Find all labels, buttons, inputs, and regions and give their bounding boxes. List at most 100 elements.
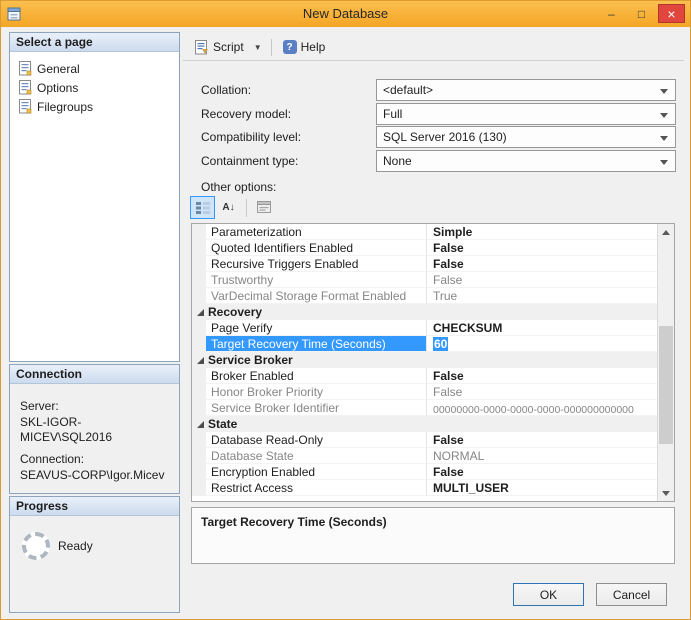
- sidebar-item-options[interactable]: Options: [15, 78, 174, 97]
- toolbar-separator: [271, 39, 272, 56]
- script-dropdown-button[interactable]: ▼: [250, 40, 266, 55]
- cancel-button[interactable]: Cancel: [596, 583, 667, 606]
- property-name[interactable]: Service Broker Identifier: [206, 400, 427, 416]
- property-value[interactable]: False: [427, 240, 657, 256]
- scroll-up-button[interactable]: [658, 224, 674, 240]
- connection-value: SEAVUS-CORP\Igor.Micev: [20, 468, 169, 483]
- select-page-header: Select a page: [10, 33, 179, 52]
- category-row-recovery[interactable]: Recovery: [192, 304, 657, 320]
- collapse-triangle-icon[interactable]: [197, 357, 204, 364]
- help-button-label: Help: [301, 40, 326, 54]
- property-value[interactable]: CHECKSUM: [427, 320, 657, 336]
- property-value[interactable]: False: [427, 432, 657, 448]
- category-row-service-broker[interactable]: Service Broker: [192, 352, 657, 368]
- property-value[interactable]: False: [427, 368, 657, 384]
- chevron-down-icon: [660, 160, 668, 165]
- property-row[interactable]: Recursive Triggers Enabled False: [192, 256, 657, 272]
- other-options-label: Other options:: [201, 180, 276, 194]
- property-name[interactable]: Trustworthy: [206, 272, 427, 288]
- property-row[interactable]: Restrict Access MULTI_USER: [192, 480, 657, 496]
- property-row[interactable]: Encryption Enabled False: [192, 464, 657, 480]
- row-indent: [192, 384, 206, 400]
- property-row[interactable]: Broker Enabled False: [192, 368, 657, 384]
- property-row[interactable]: Parameterization Simple: [192, 224, 657, 240]
- collapse-triangle-icon[interactable]: [197, 309, 204, 316]
- property-name[interactable]: Parameterization: [206, 224, 427, 240]
- recovery-model-label: Recovery model:: [201, 107, 291, 121]
- dialog-toolbar: Script ▼ ? Help: [183, 34, 684, 61]
- script-icon: [195, 40, 209, 55]
- property-row[interactable]: Honor Broker Priority False: [192, 384, 657, 400]
- property-row[interactable]: Page Verify CHECKSUM: [192, 320, 657, 336]
- categorized-view-button[interactable]: [190, 196, 215, 219]
- sidebar-item-label: Filegroups: [37, 100, 93, 114]
- page-icon: [19, 99, 32, 114]
- row-indent: [192, 352, 206, 368]
- category-row-state[interactable]: State: [192, 416, 657, 432]
- progress-spinner-icon: [22, 532, 50, 560]
- recovery-model-select[interactable]: Full: [376, 103, 676, 125]
- property-name[interactable]: VarDecimal Storage Format Enabled: [206, 288, 427, 304]
- property-pages-button[interactable]: [251, 196, 276, 219]
- property-name[interactable]: Honor Broker Priority: [206, 384, 427, 400]
- help-button[interactable]: ? Help: [277, 37, 332, 57]
- property-value[interactable]: Simple: [427, 224, 657, 240]
- row-indent: [192, 224, 206, 240]
- property-value[interactable]: False: [427, 256, 657, 272]
- property-row[interactable]: Database State NORMAL: [192, 448, 657, 464]
- grid-scrollbar[interactable]: [657, 224, 674, 501]
- close-button[interactable]: ×: [658, 4, 685, 23]
- row-indent: [192, 272, 206, 288]
- property-name[interactable]: Encryption Enabled: [206, 464, 427, 480]
- property-row[interactable]: VarDecimal Storage Format Enabled True: [192, 288, 657, 304]
- property-name[interactable]: Page Verify: [206, 320, 427, 336]
- collation-value: <default>: [383, 83, 433, 97]
- help-icon: ?: [283, 40, 297, 54]
- property-name[interactable]: Target Recovery Time (Seconds): [206, 336, 427, 352]
- property-name[interactable]: Recursive Triggers Enabled: [206, 256, 427, 272]
- property-description-title: Target Recovery Time (Seconds): [201, 515, 665, 529]
- page-tree: General Options: [10, 52, 179, 123]
- property-row[interactable]: Service Broker Identifier 00000000-0000-…: [192, 400, 657, 416]
- row-indent: [192, 448, 206, 464]
- property-value: NORMAL: [427, 448, 657, 464]
- property-name[interactable]: Database Read-Only: [206, 432, 427, 448]
- property-value: True: [427, 288, 657, 304]
- value-editor-text[interactable]: 60: [433, 337, 448, 351]
- minimize-button[interactable]: –: [598, 4, 625, 23]
- recovery-model-value: Full: [383, 107, 402, 121]
- property-name[interactable]: Database State: [206, 448, 427, 464]
- alphabetical-sort-button[interactable]: A↓: [216, 196, 241, 219]
- property-name[interactable]: Broker Enabled: [206, 368, 427, 384]
- property-row[interactable]: Quoted Identifiers Enabled False: [192, 240, 657, 256]
- containment-type-label: Containment type:: [201, 154, 298, 168]
- property-value[interactable]: MULTI_USER: [427, 480, 657, 496]
- sidebar-item-filegroups[interactable]: Filegroups: [15, 97, 174, 116]
- containment-type-select[interactable]: None: [376, 150, 676, 172]
- ok-button[interactable]: OK: [513, 583, 584, 606]
- compatibility-level-select[interactable]: SQL Server 2016 (130): [376, 126, 676, 148]
- collation-select[interactable]: <default>: [376, 79, 676, 101]
- row-indent: [192, 400, 206, 416]
- script-button[interactable]: Script: [189, 37, 250, 58]
- scroll-down-button[interactable]: [658, 485, 674, 501]
- property-row[interactable]: Trustworthy False: [192, 272, 657, 288]
- property-name[interactable]: Restrict Access: [206, 480, 427, 496]
- property-value-editor[interactable]: 60: [427, 336, 657, 352]
- row-indent: [192, 368, 206, 384]
- row-indent: [192, 320, 206, 336]
- server-value: SKL-IGOR-MICEV\SQL2016: [20, 415, 169, 445]
- chevron-down-icon: [660, 113, 668, 118]
- property-row[interactable]: Database Read-Only False: [192, 432, 657, 448]
- chevron-down-icon: [660, 136, 668, 141]
- mini-toolbar-separator: [246, 199, 247, 217]
- property-row-selected[interactable]: Target Recovery Time (Seconds) 60: [192, 336, 657, 352]
- property-name[interactable]: Quoted Identifiers Enabled: [206, 240, 427, 256]
- scrollbar-thumb[interactable]: [659, 326, 673, 444]
- property-value[interactable]: False: [427, 464, 657, 480]
- sidebar-item-general[interactable]: General: [15, 59, 174, 78]
- maximize-button[interactable]: □: [628, 4, 655, 23]
- progress-header: Progress: [10, 497, 179, 516]
- collapse-triangle-icon[interactable]: [197, 421, 204, 428]
- property-value: 00000000-0000-0000-0000-000000000000: [427, 400, 657, 416]
